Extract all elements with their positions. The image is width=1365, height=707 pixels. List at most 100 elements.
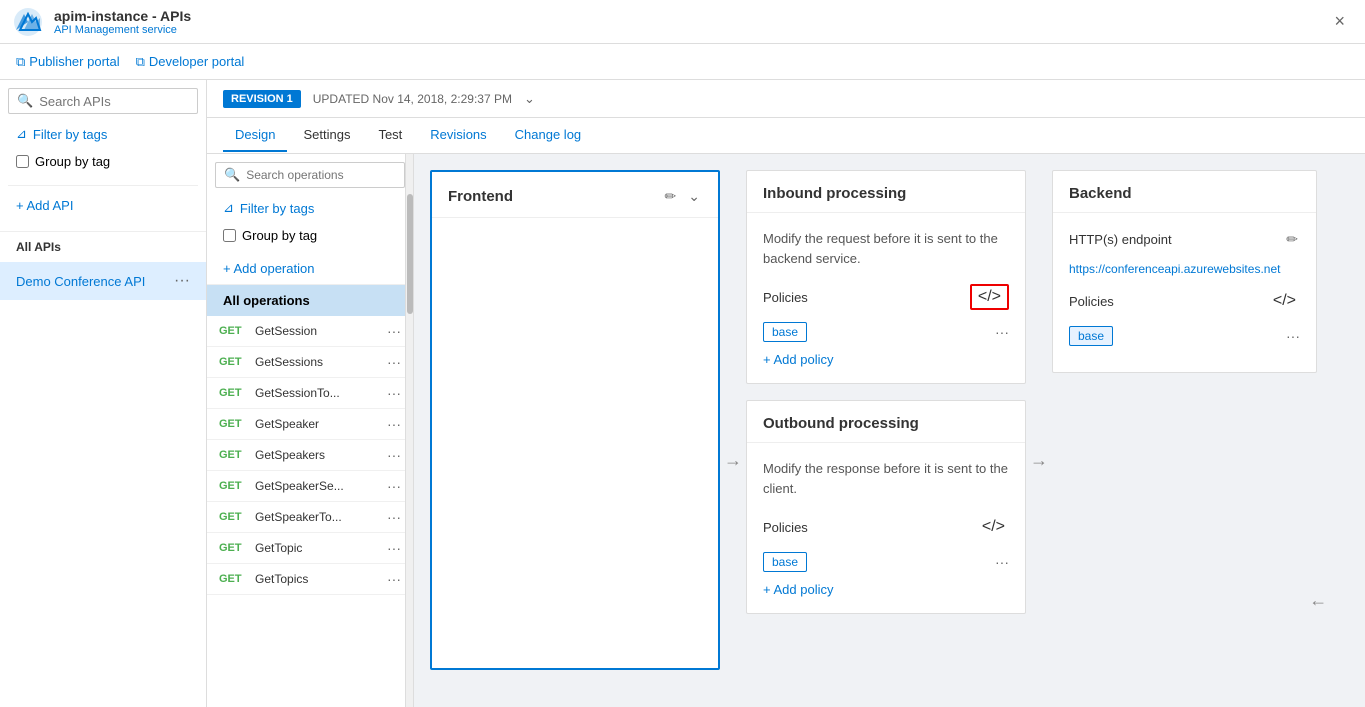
ops-groupby-checkbox[interactable] [223, 229, 236, 242]
frontend-panel: Frontend ✏ ⌄ [430, 170, 720, 670]
inbound-base-row: base ··· [763, 322, 1009, 342]
op-item-getsessions[interactable]: GET GetSessions ··· [207, 347, 413, 378]
op-item-getspeakers[interactable]: GET GetSpeakers ··· [207, 440, 413, 471]
op-item-getspeakerto[interactable]: GET GetSpeakerTo... ··· [207, 502, 413, 533]
op-name: GetSpeakerTo... [255, 510, 379, 524]
outbound-code-button[interactable]: </> [978, 514, 1009, 540]
op-method-get: GET [219, 511, 247, 523]
backend-panel-header: Backend [1053, 171, 1316, 213]
backend-panel: Backend HTTP(s) endpoint ✏ https://confe… [1052, 170, 1317, 373]
outbound-policies-row: Policies </> [763, 514, 1009, 540]
op-item-getspeakerse[interactable]: GET GetSpeakerSe... ··· [207, 471, 413, 502]
sidebar-item-demo-conference-api[interactable]: Demo Conference API ··· [0, 262, 206, 300]
portal-bar: ⧉ Publisher portal ⧉ Developer portal [0, 44, 1365, 80]
op-method-get: GET [219, 387, 247, 399]
inbound-add-policy[interactable]: + Add policy [763, 352, 1009, 367]
add-api-button[interactable]: + Add API [8, 185, 198, 219]
frontend-chevron-button[interactable]: ⌄ [686, 186, 702, 207]
revision-chevron-icon[interactable]: ⌄ [524, 91, 535, 107]
op-method-get: GET [219, 418, 247, 430]
groupby-label: Group by tag [35, 154, 110, 169]
op-item-getsession[interactable]: GET GetSession ··· [207, 316, 413, 347]
frontend-edit-button[interactable]: ✏ [663, 186, 679, 207]
sidebar: 🔍 ⊿ Filter by tags Group by tag + Add AP… [0, 80, 207, 707]
inbound-code-button[interactable]: </> [970, 284, 1009, 310]
op-method-get: GET [219, 325, 247, 337]
inbound-panel-body: Modify the request before it is sent to … [747, 213, 1025, 383]
op-method-get: GET [219, 542, 247, 554]
ops-search-box[interactable]: 🔍 [215, 162, 405, 188]
add-operation-button[interactable]: + Add operation [207, 255, 413, 285]
op-method-get: GET [219, 573, 247, 585]
outbound-description: Modify the response before it is sent to… [763, 459, 1009, 498]
sidebar-filter-tags[interactable]: ⊿ Filter by tags [8, 122, 198, 146]
close-button[interactable]: × [1326, 7, 1353, 36]
op-menu-button[interactable]: ··· [387, 323, 401, 339]
op-method-get: GET [219, 480, 247, 492]
inbound-policy-menu[interactable]: ··· [995, 324, 1009, 340]
sidebar-search-box[interactable]: 🔍 [8, 88, 198, 114]
op-item-getsessionto[interactable]: GET GetSessionTo... ··· [207, 378, 413, 409]
filter-icon: ⊿ [16, 126, 27, 142]
inbound-policies-label: Policies [763, 290, 808, 305]
revision-badge: REVISION 1 [223, 90, 301, 108]
tab-design[interactable]: Design [223, 119, 287, 152]
frontend-panel-body [432, 218, 718, 668]
backend-policy-menu[interactable]: ··· [1286, 328, 1300, 344]
op-menu-button[interactable]: ··· [387, 540, 401, 556]
ops-groupby-label: Group by tag [242, 228, 317, 243]
all-operations-item[interactable]: All operations [207, 285, 413, 316]
tab-settings[interactable]: Settings [291, 119, 362, 152]
title-bar-left: apim-instance - APIs API Management serv… [12, 6, 191, 38]
ops-filter-tags[interactable]: ⊿ Filter by tags [215, 196, 405, 220]
outbound-base-tag[interactable]: base [763, 552, 807, 572]
outbound-policy-menu[interactable]: ··· [995, 554, 1009, 570]
tabs-bar: Design Settings Test Revisions Change lo… [207, 118, 1365, 154]
backend-policies-row: Policies </> [1069, 288, 1300, 314]
groupby-checkbox[interactable] [16, 155, 29, 168]
op-method-get: GET [219, 356, 247, 368]
op-name: GetSessionTo... [255, 386, 379, 400]
content-area: REVISION 1 UPDATED Nov 14, 2018, 2:29:37… [207, 80, 1365, 707]
tab-test[interactable]: Test [366, 119, 414, 152]
op-menu-button[interactable]: ··· [387, 571, 401, 587]
op-item-gettopic[interactable]: GET GetTopic ··· [207, 533, 413, 564]
frontend-actions: ✏ ⌄ [663, 186, 702, 207]
window-title: apim-instance - APIs [54, 8, 191, 24]
op-menu-button[interactable]: ··· [387, 416, 401, 432]
op-item-getspeaker[interactable]: GET GetSpeaker ··· [207, 409, 413, 440]
arrow-to-backend: → [1030, 450, 1048, 471]
search-operations-input[interactable] [246, 168, 396, 182]
op-menu-button[interactable]: ··· [387, 478, 401, 494]
op-menu-button[interactable]: ··· [387, 509, 401, 525]
op-menu-button[interactable]: ··· [387, 354, 401, 370]
backend-policies-label: Policies [1069, 294, 1114, 309]
api-item-menu-button[interactable]: ··· [170, 270, 194, 292]
op-item-gettopics[interactable]: GET GetTopics ··· [207, 564, 413, 595]
op-menu-button[interactable]: ··· [387, 385, 401, 401]
outbound-policies-label: Policies [763, 520, 808, 535]
tab-changelog[interactable]: Change log [503, 119, 594, 152]
backend-code-button[interactable]: </> [1269, 288, 1300, 314]
inbound-title: Inbound processing [763, 185, 906, 202]
developer-portal-link[interactable]: ⧉ Developer portal [136, 54, 245, 70]
op-menu-button[interactable]: ··· [387, 447, 401, 463]
title-bar: apim-instance - APIs API Management serv… [0, 0, 1365, 44]
arrow-to-inbound: → [724, 450, 742, 471]
backend-base-row: base ··· [1069, 326, 1300, 346]
outbound-panel-header: Outbound processing [747, 401, 1025, 443]
window-subtitle: API Management service [54, 24, 191, 36]
op-name: GetSpeakerSe... [255, 479, 379, 493]
search-apis-input[interactable] [39, 94, 189, 109]
backend-base-tag[interactable]: base [1069, 326, 1113, 346]
ops-filter-icon: ⊿ [223, 200, 234, 216]
external-link-icon-2: ⧉ [136, 54, 145, 70]
tab-revisions[interactable]: Revisions [418, 119, 498, 152]
backend-edit-button[interactable]: ✏ [1284, 229, 1300, 250]
ops-groupby[interactable]: Group by tag [215, 224, 405, 247]
inbound-base-tag[interactable]: base [763, 322, 807, 342]
outbound-add-policy[interactable]: + Add policy [763, 582, 1009, 597]
publisher-portal-link[interactable]: ⧉ Publisher portal [16, 54, 120, 70]
op-name: GetTopics [255, 572, 379, 586]
sidebar-groupby[interactable]: Group by tag [8, 150, 198, 173]
